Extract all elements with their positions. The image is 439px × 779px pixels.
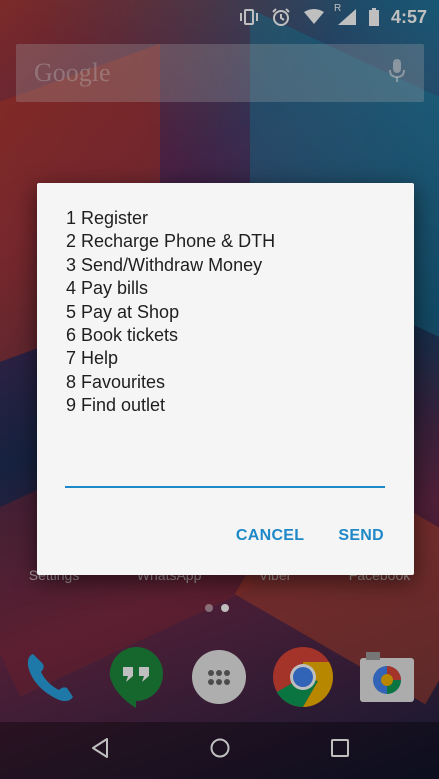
dialog-actions: CANCEL SEND xyxy=(236,527,384,545)
ussd-dialog: 1 Register 2 Recharge Phone & DTH 3 Send… xyxy=(37,183,414,575)
menu-item-pay-bills: 4 Pay bills xyxy=(66,278,149,299)
menu-item-help: 7 Help xyxy=(66,348,119,369)
menu-item-favourites: 8 Favourites xyxy=(66,371,166,392)
cancel-button[interactable]: CANCEL xyxy=(236,527,304,545)
menu-item-pay-at-shop: 5 Pay at Shop xyxy=(66,301,180,322)
menu-item-register: 1 Register xyxy=(66,208,149,228)
reply-input[interactable] xyxy=(65,468,385,488)
menu-item-send-withdraw: 3 Send/Withdraw Money xyxy=(66,254,263,275)
ussd-menu-list: 1 Register 2 Recharge Phone & DTH 3 Send… xyxy=(66,207,275,418)
menu-item-recharge: 2 Recharge Phone & DTH xyxy=(66,231,276,252)
menu-item-find-outlet: 9 Find outlet xyxy=(66,395,166,416)
menu-item-book-tickets: 6 Book tickets xyxy=(66,324,179,345)
send-button[interactable]: SEND xyxy=(338,527,384,545)
